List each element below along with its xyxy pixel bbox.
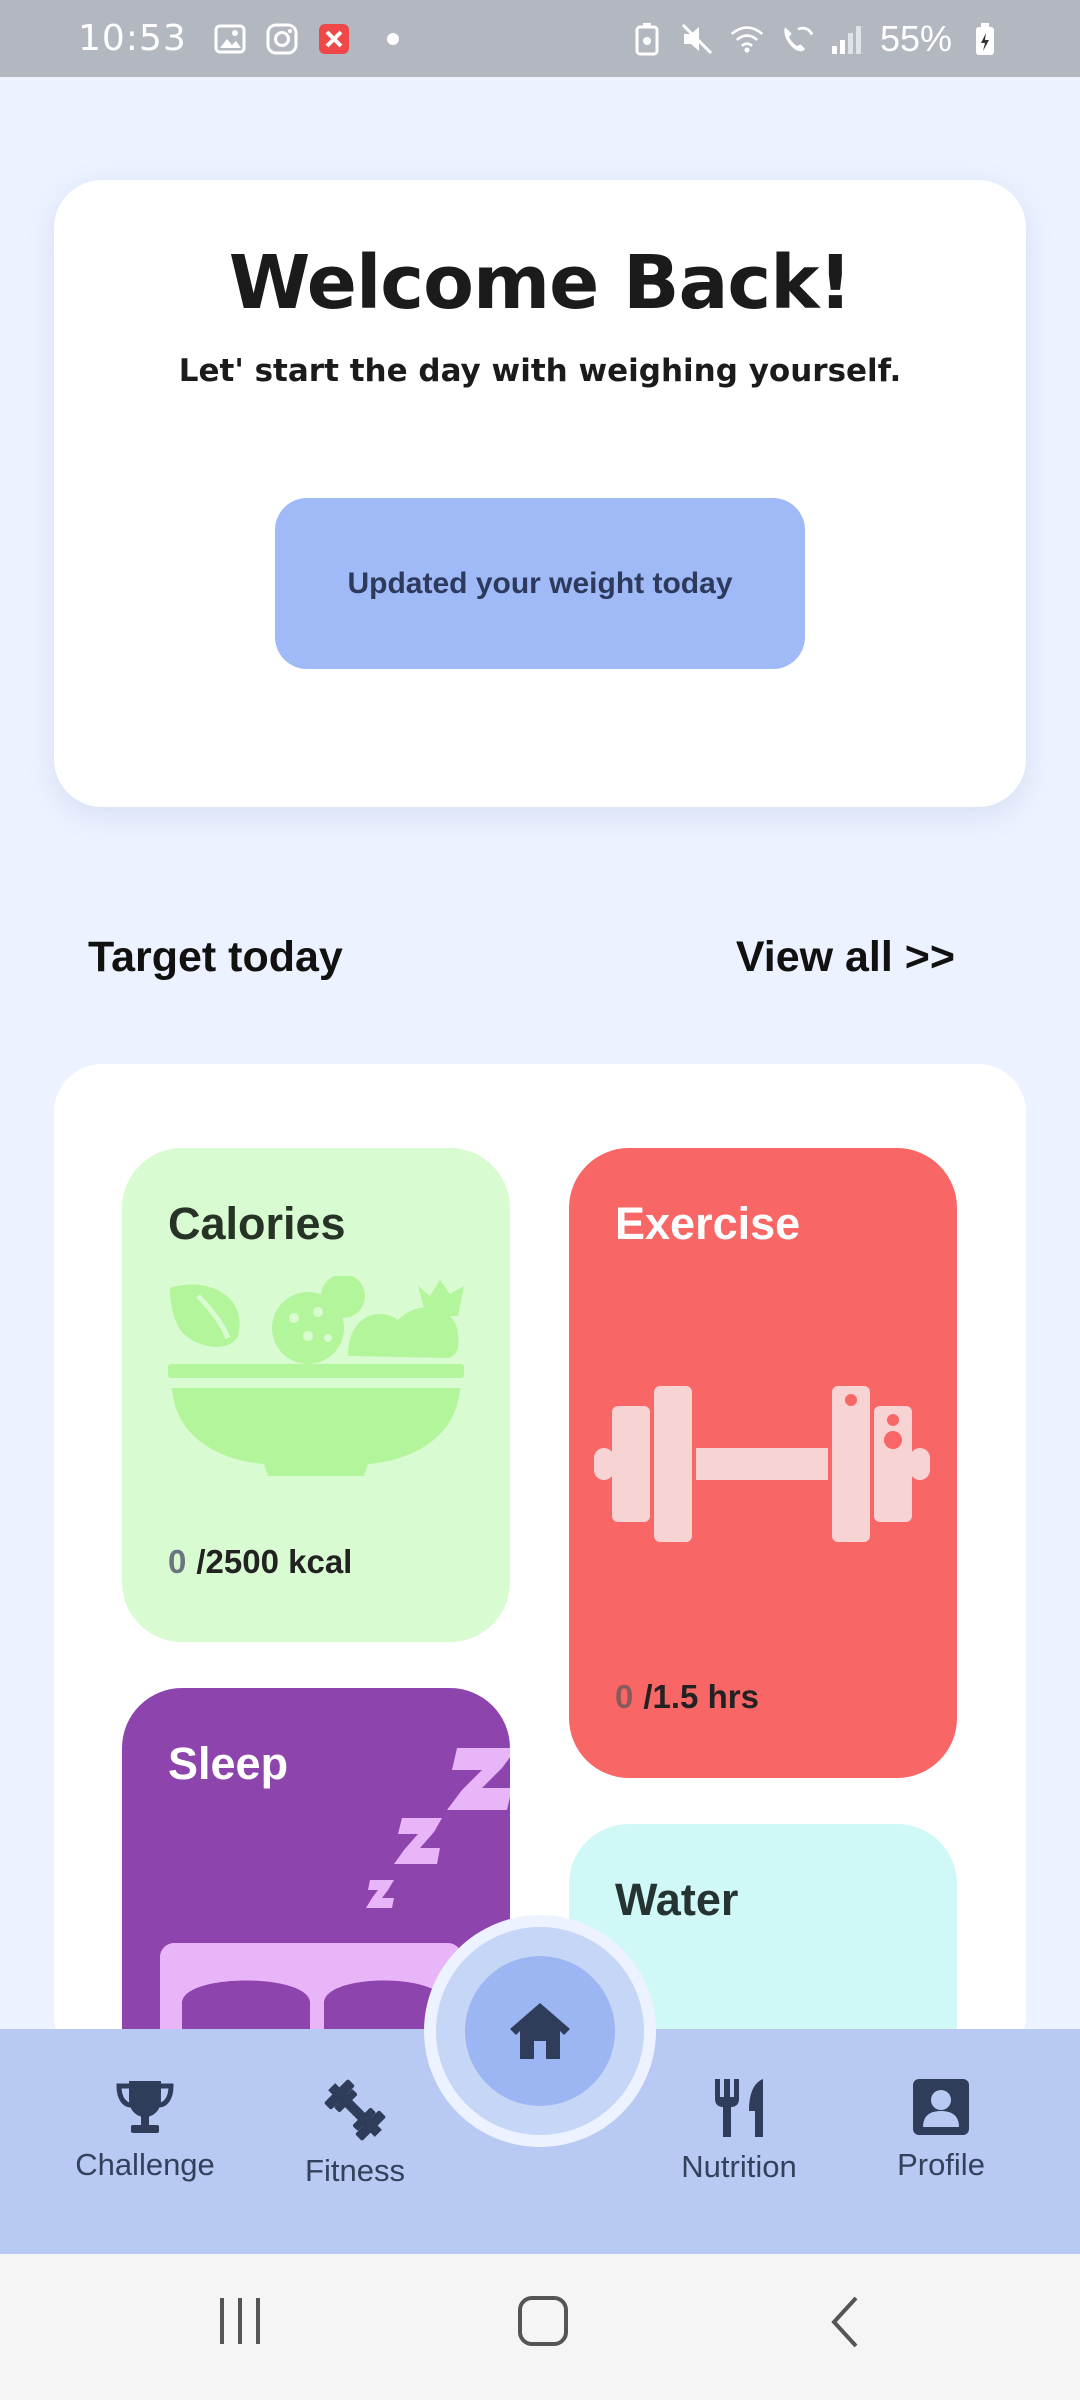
mute-icon <box>680 22 714 56</box>
calories-current: 0 <box>168 1543 187 1580</box>
recents-icon[interactable] <box>216 2294 266 2350</box>
dumbbell-icon <box>324 2079 386 2141</box>
nav-profile[interactable]: Profile <box>866 2077 1016 2183</box>
exercise-current: 0 <box>615 1678 634 1715</box>
view-all-link[interactable]: View all >> <box>736 933 955 982</box>
nav-profile-label: Profile <box>897 2147 985 2182</box>
welcome-subtitle: Let' start the day with weighing yoursel… <box>178 353 902 389</box>
system-nav-bar <box>0 2254 1080 2400</box>
battery-percentage: 55% <box>879 17 952 59</box>
update-weight-button[interactable]: Updated your weight today <box>275 498 805 669</box>
missed-app-icon <box>317 22 351 56</box>
exercise-goal: /1.5 hrs <box>643 1678 759 1715</box>
calories-label: Calories <box>168 1198 346 1249</box>
exercise-label: Exercise <box>615 1198 801 1249</box>
profile-icon <box>913 2079 969 2135</box>
sleep-label: Sleep <box>168 1738 289 1789</box>
trophy-icon <box>116 2081 174 2133</box>
nav-challenge-label: Challenge <box>75 2147 215 2182</box>
notification-dot-icon <box>386 32 399 45</box>
exercise-tile[interactable]: Exercise 0/1.5 hrs <box>569 1148 957 1778</box>
nav-fitness-label: Fitness <box>305 2153 405 2188</box>
exercise-value: 0/1.5 hrs <box>615 1678 759 1716</box>
nav-challenge[interactable]: Challenge <box>70 2077 220 2183</box>
zzz-icon <box>366 1748 510 1908</box>
welcome-card: Welcome Back! Let' start the day with we… <box>54 180 1026 807</box>
target-today-heading: Target today <box>88 933 343 981</box>
back-icon[interactable] <box>826 2294 866 2350</box>
nav-nutrition[interactable]: Nutrition <box>664 2077 814 2185</box>
wifi-calling-icon <box>780 22 814 56</box>
salad-bowl-icon <box>168 1276 464 1476</box>
status-bar: 10:53 55% <box>0 0 1080 77</box>
dumbbell-icon <box>594 1386 930 1542</box>
home-icon <box>510 2003 570 2059</box>
fork-knife-icon <box>715 2079 763 2137</box>
nav-home-button[interactable] <box>465 1956 615 2106</box>
instagram-icon <box>265 22 299 56</box>
welcome-title: Welcome Back! <box>228 240 852 326</box>
wifi-icon <box>730 22 764 56</box>
nav-nutrition-label: Nutrition <box>681 2149 797 2184</box>
water-label: Water <box>615 1874 739 1925</box>
status-time: 10:53 <box>78 18 187 59</box>
signal-icon <box>830 22 864 56</box>
battery-saver-icon <box>630 22 664 56</box>
nav-fitness[interactable]: Fitness <box>280 2077 430 2189</box>
home-system-icon[interactable] <box>516 2294 572 2350</box>
calories-goal: /2500 kcal <box>196 1543 353 1580</box>
calories-tile[interactable]: Calories 0/2500 kcal <box>122 1148 510 1642</box>
targets-card: Calories 0/2500 kcal Exercise 0 /1.5 hrs… <box>54 1064 1026 2064</box>
calories-value: 0/2500 kcal <box>168 1543 352 1581</box>
battery-icon <box>968 22 1002 56</box>
gallery-icon <box>213 22 247 56</box>
